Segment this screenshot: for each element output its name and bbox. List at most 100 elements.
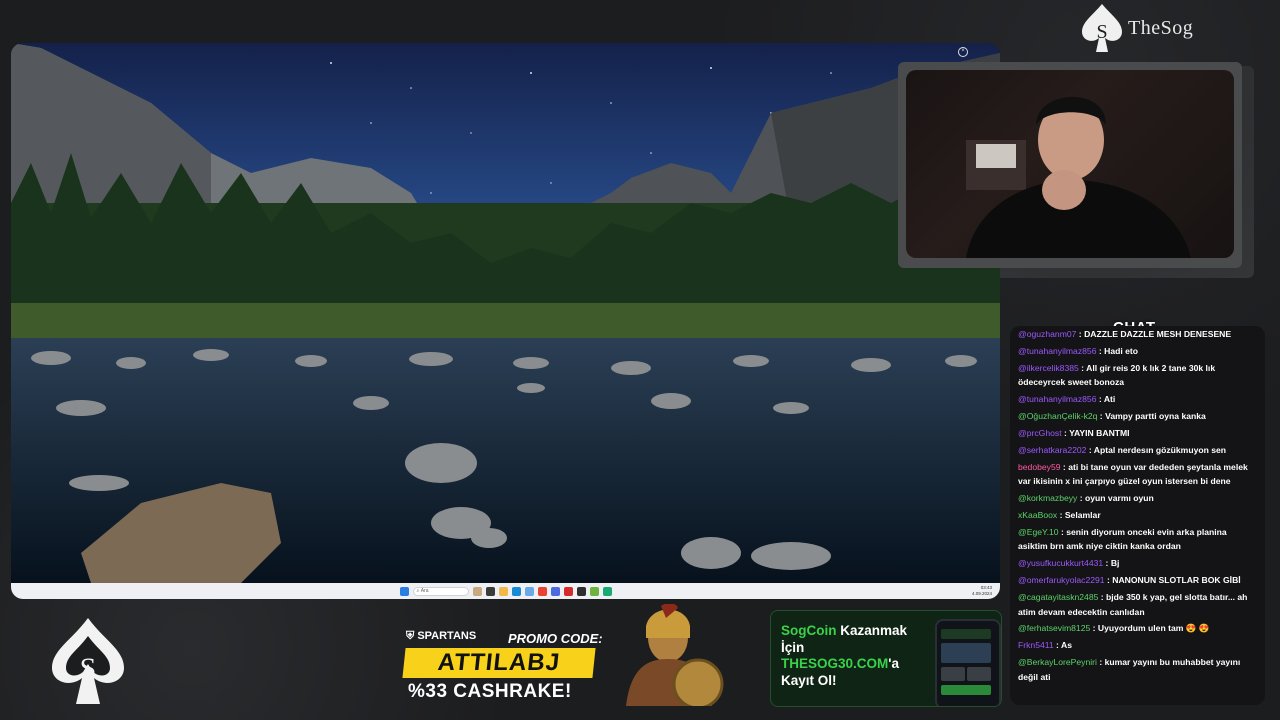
app-icon[interactable]	[563, 586, 573, 596]
spotify-icon[interactable]	[602, 586, 612, 596]
chat-username[interactable]: xKaaBoox	[1018, 510, 1057, 520]
discord-icon[interactable]	[550, 586, 560, 596]
spade-logo-icon: S	[1082, 4, 1122, 52]
desktop-capture: × ⌕ Ara 03:43 4.09.2024	[11, 43, 1000, 599]
chat-username[interactable]: bedobey59	[1018, 462, 1061, 472]
taskbar-widget-icon[interactable]	[472, 586, 482, 596]
chat-message-list[interactable]: @oguzhanm07 : DAZZLE DAZZLE MESH DENESEN…	[1010, 326, 1265, 684]
webcam-feed	[906, 70, 1234, 258]
task-view-icon[interactable]	[485, 586, 495, 596]
mail-icon[interactable]	[524, 586, 534, 596]
svg-text:S: S	[80, 652, 97, 685]
chat-message: @BerkayLorePeyniri : kumar yayını bu muh…	[1018, 655, 1257, 684]
chat-username[interactable]: Frkn5411	[1018, 640, 1054, 650]
chat-message: @prcGhost : YAYIN BANTMI	[1018, 426, 1257, 441]
chat-username[interactable]: @ilkercelik8385	[1018, 363, 1079, 373]
chat-username[interactable]: @tunahanyilmaz856	[1018, 346, 1096, 356]
chat-text: Uyuyordum ulen tam 😍 😍	[1097, 623, 1210, 634]
sogcoin-brand: SogCoin	[781, 623, 837, 638]
wallpaper-landscape	[11, 43, 1000, 583]
sogcoin-banner[interactable]: SogCoin Kazanmak İçin THESOG30.COM'a Kay…	[770, 610, 1002, 707]
chat-text: As	[1061, 640, 1072, 651]
promo-banner[interactable]: ⛨ SPARTANS PROMO CODE: ATTILABJ %33 CASH…	[394, 604, 724, 706]
svg-text:S: S	[1096, 21, 1107, 43]
chat-text: YAYIN BANTMI	[1069, 427, 1130, 438]
chat-message: @korkmazbeyy : oyun varmı oyun	[1018, 491, 1257, 506]
chat-username[interactable]: @tunahanyilmaz856	[1018, 394, 1096, 404]
chat-message: @tunahanyilmaz856 : Ati	[1018, 392, 1257, 407]
chat-separator: :	[1096, 394, 1104, 405]
chat-text: Vampy partti oyna kanka	[1105, 411, 1206, 422]
chat-separator: :	[1053, 640, 1061, 651]
chat-message: @EgeY.10 : senin diyorum onceki evin ark…	[1018, 525, 1257, 554]
chat-username[interactable]: @OğuzhanÇelik-k2q	[1018, 411, 1097, 421]
sogcoin-line2: İçin	[781, 639, 805, 655]
sogcoin-text: SogCoin Kazanmak İçin THESOG30.COM'a Kay…	[781, 623, 931, 689]
chat-text: Ati	[1103, 394, 1116, 405]
chat-username[interactable]: @omerfarukyolac2291	[1018, 575, 1105, 585]
chat-text: Hadi eto	[1104, 345, 1139, 356]
chat-message: @OğuzhanÇelik-k2q : Vampy partti oyna ka…	[1018, 409, 1257, 424]
chat-message: @serhatkara2202 : Aptal nerdesın gözükmu…	[1018, 443, 1257, 458]
chat-separator: :	[1096, 345, 1105, 356]
search-placeholder: Ara	[420, 588, 429, 594]
chat-username[interactable]: @EgeY.10	[1018, 527, 1059, 537]
chat-username[interactable]: @cagatayitaskn2485	[1018, 592, 1098, 602]
chat-username[interactable]: @yusufkucukkurt4431	[1018, 558, 1103, 568]
edge-browser-icon[interactable]	[511, 586, 521, 596]
sogcoin-line4: Kayıt Ol!	[781, 672, 837, 688]
promo-cashback: %33 CASHRAKE!	[408, 681, 572, 702]
obs-icon[interactable]	[576, 586, 586, 596]
chat-separator: :	[1061, 427, 1070, 438]
chat-text: Aptal nerdesın gözükmuyon sen	[1093, 444, 1227, 455]
chat-username[interactable]: @serhatkara2202	[1018, 445, 1086, 455]
promo-code: ATTILABJ	[402, 648, 596, 678]
chat-separator: :	[1077, 493, 1085, 504]
chat-username[interactable]: @BerkayLorePeyniri	[1018, 657, 1097, 667]
chat-separator: :	[1076, 329, 1085, 339]
chat-separator: :	[1057, 510, 1065, 521]
chat-username[interactable]: @korkmazbeyy	[1018, 493, 1077, 503]
chat-text: NANONUN SLOTLAR BOK GİBİ	[1112, 575, 1241, 586]
chat-separator: :	[1086, 444, 1094, 455]
clock-date: 4.09.2024	[971, 591, 992, 596]
chat-message: Frkn5411 : As	[1018, 638, 1257, 653]
promo-brand-label: SPARTANS	[417, 630, 477, 642]
file-explorer-icon[interactable]	[498, 586, 508, 596]
chat-text: oyun varmı oyun	[1085, 493, 1154, 504]
chat-username[interactable]: @prcGhost	[1018, 428, 1062, 438]
taskbar-clock[interactable]: 03:43 4.09.2024	[972, 585, 992, 597]
chat-message: @ferhatsevim8125 : Uyuyordum ulen tam 😍 …	[1018, 621, 1257, 636]
chat-message: @tunahanyilmaz856 : Hadi eto	[1018, 344, 1257, 359]
chat-text: DAZZLE DAZZLE MESH DENESENE	[1084, 329, 1232, 339]
chat-username[interactable]: @ferhatsevim8125	[1018, 623, 1090, 633]
app-icon-green[interactable]	[589, 586, 599, 596]
chat-message: xKaaBoox : Selamlar	[1018, 508, 1257, 523]
spartan-warrior-image	[626, 604, 724, 706]
taskbar-search-input[interactable]: ⌕ Ara	[412, 586, 469, 596]
promo-code-label: PROMO CODE:	[508, 631, 603, 646]
promo-brand: ⛨ SPARTANS	[406, 630, 476, 643]
chat-separator: :	[1096, 657, 1105, 668]
phone-mockup-image	[935, 619, 1001, 706]
windows-start-icon[interactable]	[399, 586, 409, 596]
brand-name: TheSog	[1128, 16, 1194, 39]
chat-text: Bj	[1110, 558, 1120, 569]
chat-separator: :	[1097, 411, 1106, 422]
spartan-helmet-icon: ⛨	[406, 630, 415, 642]
chat-message: @omerfarukyolac2291 : NANONUN SLOTLAR BO…	[1018, 573, 1257, 588]
close-icon[interactable]: ×	[958, 47, 968, 57]
chat-message: @yusufkucukkurt4431 : Bj	[1018, 556, 1257, 571]
sogcoin-line1: Kazanmak	[836, 623, 908, 638]
sogcoin-line3-suffix: 'a	[888, 656, 899, 671]
brand-logo: S TheSog	[1080, 2, 1193, 54]
chat-message: @oguzhanm07 : DAZZLE DAZZLE MESH DENESEN…	[1018, 327, 1257, 342]
chat-message: @cagatayitaskn2485 : bjde 350 k yap, gel…	[1018, 590, 1257, 619]
chat-message: @ilkercelik8385 : All gir reis 20 k lık …	[1018, 361, 1257, 390]
chat-username[interactable]: @oguzhanm07	[1018, 329, 1076, 339]
chrome-icon[interactable]	[537, 586, 547, 596]
chat-separator: :	[1103, 558, 1111, 569]
chat-message: bedobey59 : ati bi tane oyun var dededen…	[1018, 460, 1257, 489]
chat-text: Selamlar	[1064, 510, 1101, 521]
chat-panel[interactable]: @oguzhanm07 : DAZZLE DAZZLE MESH DENESEN…	[1010, 326, 1265, 705]
